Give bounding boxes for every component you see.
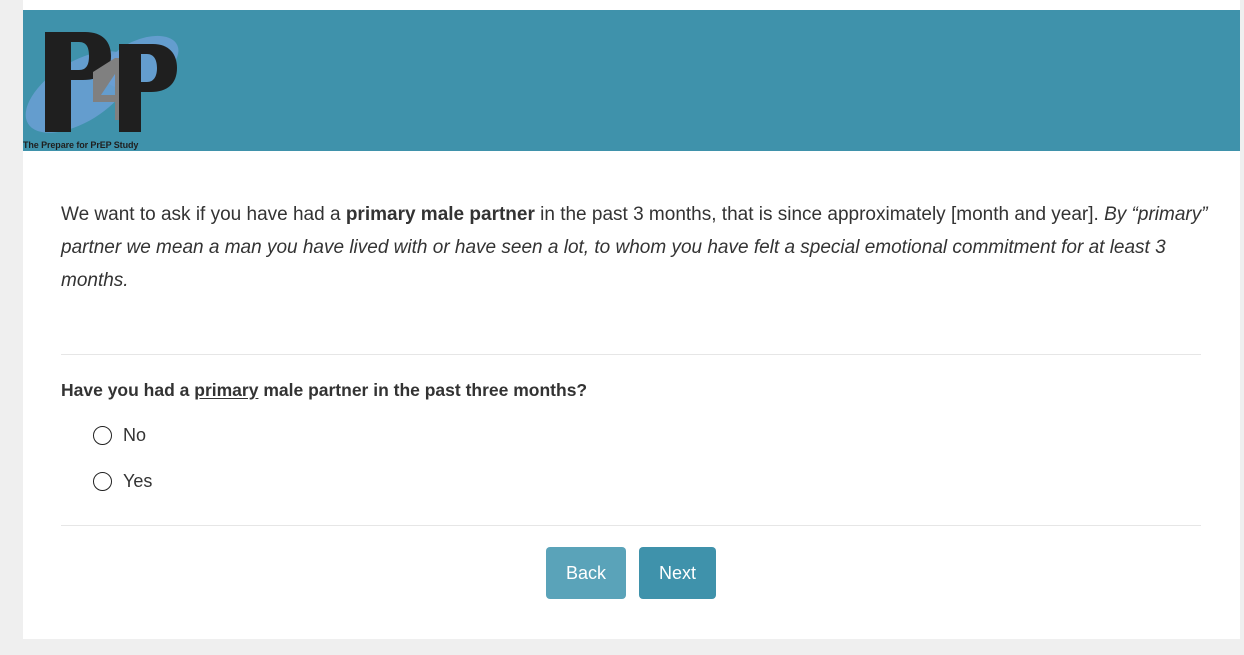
question-underlined: primary: [194, 380, 259, 400]
option-yes[interactable]: Yes: [93, 471, 152, 492]
divider-bottom: [61, 525, 1201, 526]
header-banner: The Prepare for PrEP Study: [23, 10, 1240, 151]
survey-page: The Prepare for PrEP Study We want to as…: [23, 0, 1240, 639]
p4p-logo-graphic: [25, 32, 179, 133]
back-button[interactable]: Back: [546, 547, 626, 599]
question-text: Have you had a primary male partner in t…: [61, 380, 587, 401]
question-suffix: male partner in the past three months?: [258, 380, 588, 400]
radio-no[interactable]: [93, 426, 112, 445]
intro-bold: primary male partner: [345, 204, 535, 225]
radio-yes[interactable]: [93, 472, 112, 491]
option-label-no[interactable]: No: [123, 425, 146, 446]
option-label-yes[interactable]: Yes: [123, 471, 152, 492]
logo-caption: The Prepare for PrEP Study: [23, 140, 139, 150]
intro-part2: in the past 3 months, that is since appr…: [534, 204, 1105, 225]
intro-text: We want to ask if you have had a primary…: [61, 198, 1211, 297]
study-logo: The Prepare for PrEP Study: [23, 32, 188, 150]
option-no[interactable]: No: [93, 425, 146, 446]
next-button[interactable]: Next: [639, 547, 716, 599]
question-prefix: Have you had a: [61, 380, 195, 400]
intro-part1: We want to ask if you have had a: [61, 204, 346, 225]
divider-top: [61, 354, 1201, 355]
